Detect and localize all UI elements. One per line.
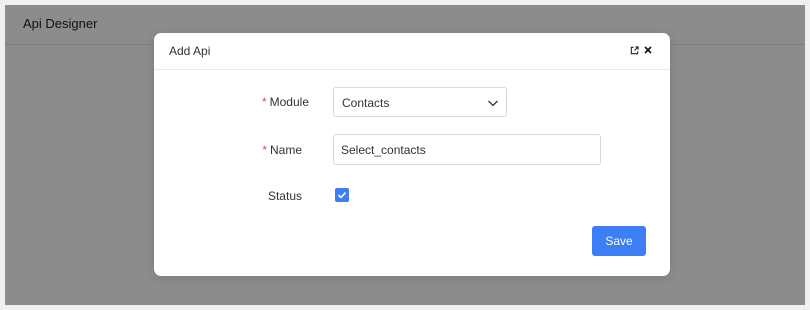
expand-icon[interactable] (628, 44, 640, 56)
add-api-dialog: Add Api * Module Contacts * Name Select_… (154, 33, 670, 276)
required-asterisk: * (262, 143, 267, 157)
dialog-title: Add Api (169, 44, 211, 58)
module-select[interactable]: Contacts (333, 87, 507, 117)
app-window: Api Designer Add Api * Module Contacts *… (5, 5, 805, 305)
status-checkbox[interactable] (335, 188, 349, 202)
save-button[interactable]: Save (592, 226, 646, 256)
name-input[interactable] (333, 134, 601, 165)
module-label: * Module (254, 95, 309, 109)
module-label-text: Module (269, 95, 309, 109)
status-label: Status (267, 189, 302, 203)
check-icon (337, 191, 347, 199)
close-icon[interactable] (642, 44, 654, 56)
dialog-header: Add Api (154, 33, 670, 70)
name-label-text: Name (269, 143, 302, 157)
chevron-down-icon (488, 100, 498, 107)
name-label: * Name (254, 143, 302, 157)
required-asterisk: * (261, 95, 267, 109)
module-select-value: Contacts (342, 96, 390, 110)
